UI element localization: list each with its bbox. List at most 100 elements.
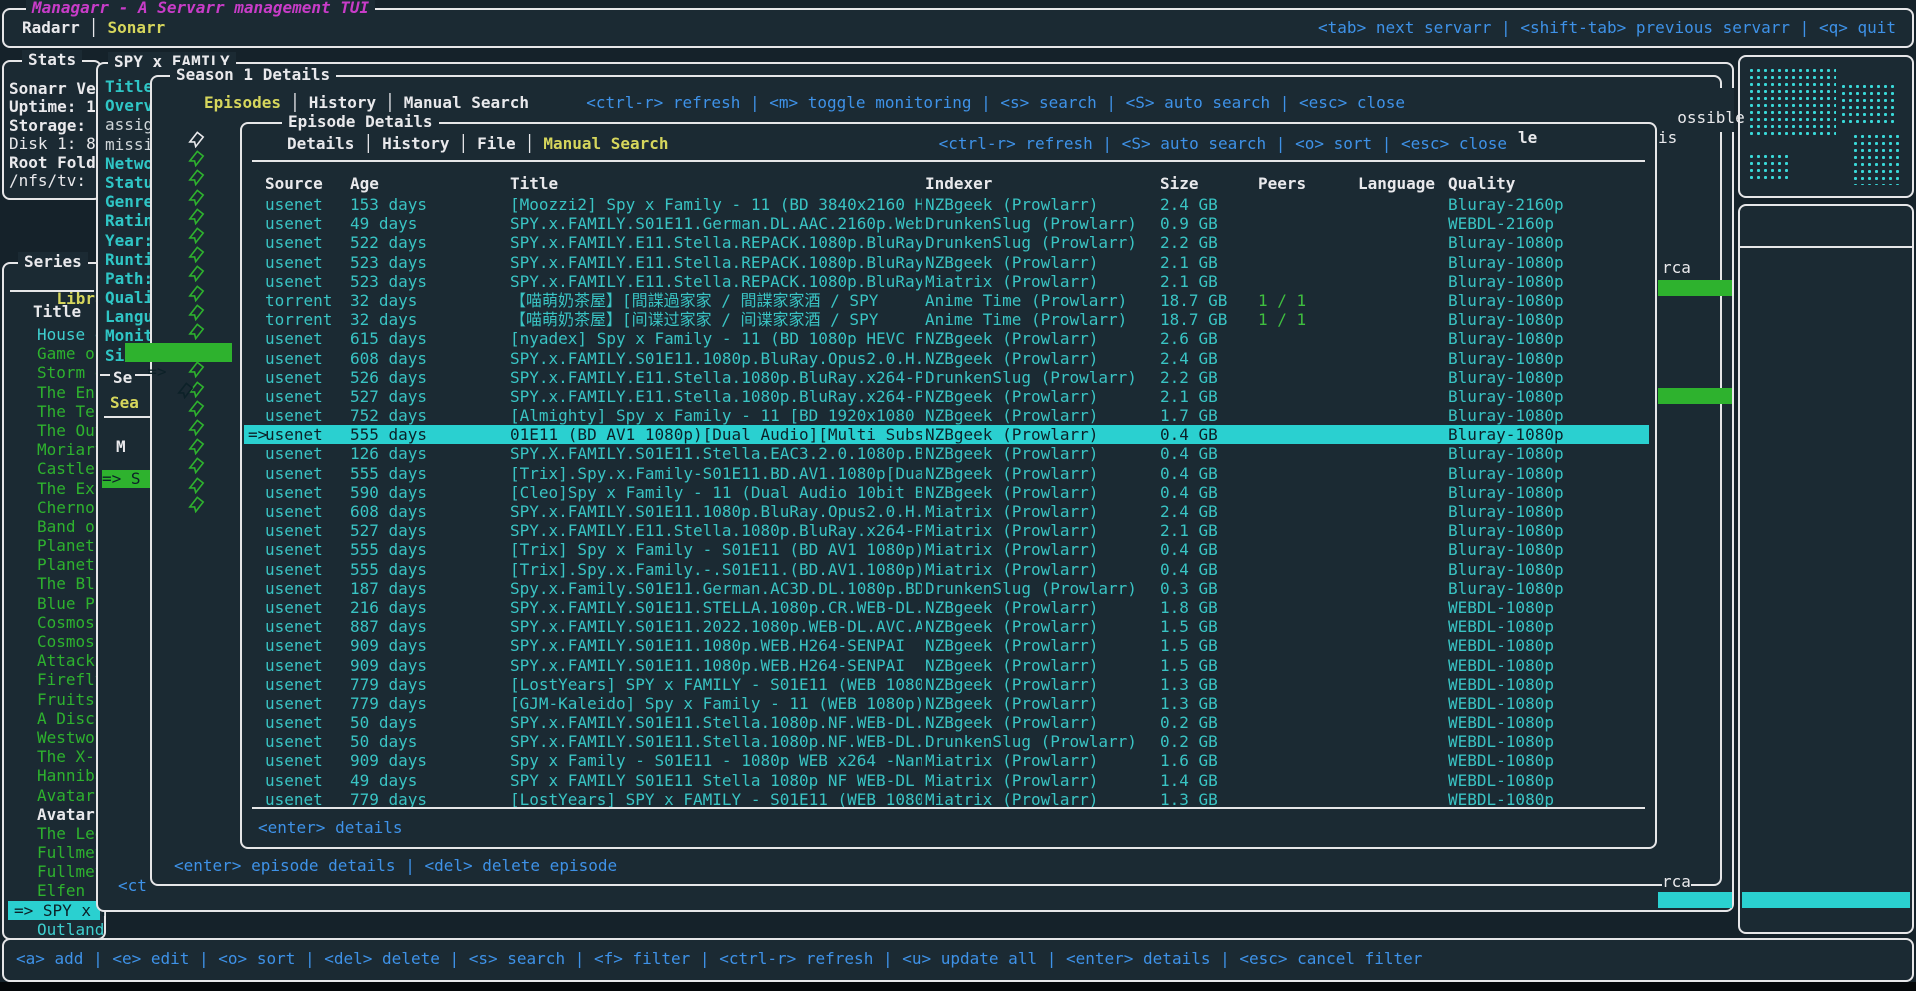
monitor-toggle[interactable]	[189, 495, 204, 514]
monitor-toggle[interactable]	[189, 168, 204, 187]
monitor-toggle[interactable]	[189, 264, 204, 283]
series-item[interactable]: Attack	[8, 651, 100, 670]
release-row[interactable]: usenet187 daysSpy.x.Family.S01E11.German…	[244, 579, 1649, 598]
tab-separator: │	[450, 134, 478, 153]
monitor-toggle[interactable]	[189, 226, 204, 245]
series-item[interactable]: A Disco	[8, 709, 100, 728]
series-item[interactable]: The Blu	[8, 574, 100, 593]
release-row[interactable]: torrent32 days【喵萌奶茶屋】[間諜過家家 / 間諜家家酒 / SP…	[244, 291, 1649, 310]
series-item[interactable]: Planet	[8, 555, 100, 574]
tab-manual-search[interactable]: Manual Search	[404, 93, 529, 112]
monitor-row-selected[interactable]: =>	[125, 343, 232, 362]
release-title: SPY.x.FAMILY.E11.Stella.1080p.BluRay.x26…	[510, 521, 922, 540]
series-item[interactable]: Cosmos	[8, 613, 100, 632]
series-item[interactable]: Hanniba	[8, 766, 100, 785]
release-row[interactable]: usenet523 daysSPY.x.FAMILY.E11.Stella.RE…	[244, 272, 1649, 291]
tab-details[interactable]: Details	[287, 134, 354, 153]
monitor-toggle[interactable]	[189, 149, 204, 168]
release-row[interactable]: usenet590 days[Cleo]Spy x Family - 11 (D…	[244, 483, 1649, 502]
series-item[interactable]: Storm o	[8, 363, 100, 382]
release-row[interactable]: usenet555 days[Trix].Spy.x.Family-S01E11…	[244, 464, 1649, 483]
release-row[interactable]: usenet216 daysSPY.x.FAMILY.S01E11.STELLA…	[244, 598, 1649, 617]
series-item[interactable]: The Out	[8, 421, 100, 440]
release-row[interactable]: usenet49 daysSPY.x.FAMILY.S01E11.German.…	[244, 214, 1649, 233]
release-row[interactable]: usenet615 days[nyadex] Spy x Family - 11…	[244, 329, 1649, 348]
series-item[interactable]: Castle	[8, 459, 100, 478]
release-row[interactable]: usenet909 daysSPY.x.FAMILY.S01E11.1080p.…	[244, 656, 1649, 675]
series-item[interactable]: Game of	[8, 344, 100, 363]
tab-history[interactable]: History	[309, 93, 376, 112]
monitor-toggle[interactable]	[189, 418, 204, 437]
series-item[interactable]: Avatar:	[8, 786, 100, 805]
monitor-toggle[interactable]	[189, 207, 204, 226]
series-item[interactable]: Cosmos	[8, 632, 100, 651]
release-row[interactable]: usenet522 daysSPY.x.FAMILY.E11.Stella.RE…	[244, 233, 1649, 252]
series-item[interactable]: Firefly	[8, 670, 100, 689]
release-row[interactable]: usenet153 days[Moozzi2] Spy x Family - 1…	[244, 195, 1649, 214]
tab-file[interactable]: File	[477, 134, 516, 153]
release-row[interactable]: usenet523 daysSPY.x.FAMILY.E11.Stella.RE…	[244, 253, 1649, 272]
release-indexer: NZBgeek (Prowlarr)	[925, 483, 1157, 502]
release-row[interactable]: usenet909 daysSpy x Family - S01E11 - 10…	[244, 751, 1649, 770]
release-row[interactable]: usenet608 daysSPY.x.FAMILY.S01E11.1080p.…	[244, 502, 1649, 521]
series-item[interactable]: Chernob	[8, 498, 100, 517]
series-item[interactable]: Planet	[8, 536, 100, 555]
release-age: 126 days	[350, 444, 460, 463]
monitor-toggle[interactable]	[189, 130, 204, 149]
release-row[interactable]: usenet50 daysSPY.x.FAMILY.S01E11.Stella.…	[244, 713, 1649, 732]
monitor-toggle[interactable]	[189, 322, 204, 341]
tab-episodes[interactable]: Episodes	[204, 93, 281, 112]
series-item[interactable]: Outland	[8, 920, 100, 939]
tab-history[interactable]: History	[382, 134, 449, 153]
release-row[interactable]: usenet526 daysSPY.x.FAMILY.E11.Stella.10…	[244, 368, 1649, 387]
series-item[interactable]: House o	[8, 325, 100, 344]
series-item[interactable]: => SPY x F	[8, 901, 100, 920]
tab-manual-search[interactable]: Manual Search	[543, 134, 668, 153]
tab-radarr[interactable]: Radarr	[22, 18, 80, 37]
release-quality: Bluray-1080p	[1448, 291, 1638, 310]
tab-sonarr[interactable]: Sonarr	[107, 18, 165, 37]
series-item[interactable]: Elfen L	[8, 881, 100, 900]
series-item[interactable]: The Leg	[8, 824, 100, 843]
series-item[interactable]: Avatar:	[8, 805, 100, 824]
release-row[interactable]: usenet126 daysSPY.X.FAMILY.S01E11.Stella…	[244, 444, 1649, 463]
monitor-toggle[interactable]	[189, 437, 204, 456]
release-row[interactable]: usenet49 daysSPY x FAMILY S01E11 Stella …	[244, 771, 1649, 790]
series-item[interactable]: The Exo	[8, 479, 100, 498]
series-item[interactable]: Blue Pl	[8, 594, 100, 613]
monitor-toggle[interactable]	[189, 303, 204, 322]
monitor-toggle[interactable]	[189, 360, 204, 379]
release-row[interactable]: usenet555 days[Trix] Spy x Family - S01E…	[244, 540, 1649, 559]
series-item[interactable]: Band of	[8, 517, 100, 536]
release-row[interactable]: torrent32 days【喵萌奶茶屋】[间谍过家家 / 间谍家家酒 / SP…	[244, 310, 1649, 329]
release-title: SPY.x.FAMILY.S01E11.German.DL.AAC.2160p.…	[510, 214, 922, 233]
series-item[interactable]: Moriart	[8, 440, 100, 459]
release-row[interactable]: usenet50 daysSPY.x.FAMILY.S01E11.Stella.…	[244, 732, 1649, 751]
release-row[interactable]: usenet527 daysSPY.x.FAMILY.E11.Stella.10…	[244, 521, 1649, 540]
series-item[interactable]: Fullmet	[8, 862, 100, 881]
release-quality: Bluray-1080p	[1448, 521, 1638, 540]
release-row[interactable]: usenet555 days[Trix].Spy.x.Family.-.S01E…	[244, 560, 1649, 579]
release-row[interactable]: usenet909 daysSPY.x.FAMILY.S01E11.1080p.…	[244, 636, 1649, 655]
series-item[interactable]: The Enf	[8, 383, 100, 402]
series-item[interactable]: The Ter	[8, 402, 100, 421]
release-row[interactable]: usenet608 daysSPY.x.FAMILY.S01E11.1080p.…	[244, 349, 1649, 368]
monitor-toggle[interactable]	[189, 399, 204, 418]
release-row[interactable]: =>usenet555 days01E11 (BD AV1 1080p)[Dua…	[244, 425, 1649, 444]
release-row[interactable]: usenet779 days[GJM-Kaleido] Spy x Family…	[244, 694, 1649, 713]
monitor-toggle[interactable]	[189, 188, 204, 207]
series-item[interactable]: The X-F	[8, 747, 100, 766]
text-fragment-le: le	[1518, 128, 1537, 147]
release-row[interactable]: usenet779 days[LostYears] SPY x FAMILY -…	[244, 675, 1649, 694]
release-row[interactable]: usenet887 daysSPY.x.FAMILY.S01E11.2022.1…	[244, 617, 1649, 636]
release-indexer: NZBgeek (Prowlarr)	[925, 349, 1157, 368]
release-row[interactable]: usenet527 daysSPY.x.FAMILY.E11.Stella.10…	[244, 387, 1649, 406]
series-item[interactable]: Westwor	[8, 728, 100, 747]
monitor-toggle[interactable]	[189, 284, 204, 303]
monitor-toggle[interactable]	[189, 245, 204, 264]
monitor-toggle[interactable]	[189, 456, 204, 475]
release-row[interactable]: usenet752 days[Almighty] Spy x Family - …	[244, 406, 1649, 425]
monitor-toggle[interactable]	[189, 476, 204, 495]
series-item[interactable]: Fullmet	[8, 843, 100, 862]
series-item[interactable]: Fruits	[8, 690, 100, 709]
